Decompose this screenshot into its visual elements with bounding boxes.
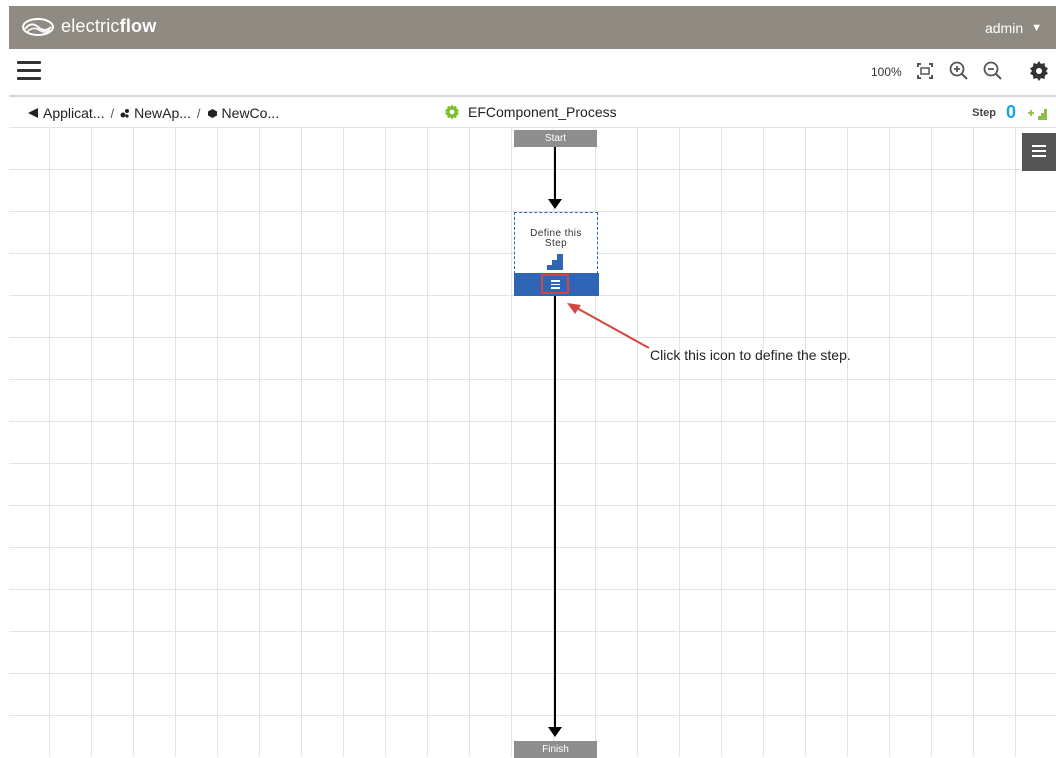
breadcrumb-applications[interactable]: Applicat... xyxy=(27,105,104,121)
component-icon xyxy=(207,108,217,118)
zoom-in-icon[interactable] xyxy=(947,59,971,83)
start-node: Start xyxy=(514,130,597,147)
main-menu-icon[interactable] xyxy=(17,61,41,81)
process-gear-icon xyxy=(445,104,459,120)
process-canvas[interactable]: Start Define this Step Finish xyxy=(9,127,1056,758)
settings-gear-icon[interactable] xyxy=(1027,59,1051,83)
breadcrumb-component[interactable]: NewCo... xyxy=(207,105,279,121)
process-title-text: EFComponent_Process xyxy=(468,104,617,120)
add-step-icon[interactable] xyxy=(1026,105,1048,121)
chevron-down-icon: ▼ xyxy=(1031,22,1042,34)
step-action-bar xyxy=(514,273,599,296)
application-icon xyxy=(120,109,130,118)
breadcrumb-bar: Applicat... / NewAp... / NewCo... EFComp… xyxy=(9,97,1056,127)
step-label: Step xyxy=(972,106,996,119)
fit-to-screen-icon[interactable] xyxy=(913,59,937,83)
zoom-level: 100% xyxy=(871,65,902,79)
back-triangle-icon xyxy=(28,108,38,118)
breadcrumb-separator: / xyxy=(110,105,115,121)
step-stairs-icon xyxy=(547,254,563,270)
breadcrumb-application[interactable]: NewAp... xyxy=(120,105,191,121)
breadcrumb-separator: / xyxy=(196,105,201,121)
step-controls: Step 0 xyxy=(972,102,1048,123)
zoom-out-icon[interactable] xyxy=(981,59,1005,83)
breadcrumb: Applicat... / NewAp... / NewCo... xyxy=(27,105,279,121)
step-placeholder-text: Define this Step xyxy=(530,228,582,249)
toolbar: 100% xyxy=(9,49,1056,97)
user-menu[interactable]: admin ▼ xyxy=(985,20,1042,36)
app-header: electricflow admin ▼ xyxy=(9,6,1056,49)
process-title: EFComponent_Process xyxy=(444,104,617,120)
cloud-logo-icon xyxy=(22,18,54,36)
step-menu-icon[interactable] xyxy=(541,274,569,294)
brand-name: electricflow xyxy=(61,15,157,36)
electricflow-logo[interactable]: electricflow xyxy=(21,15,156,37)
undefined-step-node[interactable]: Define this Step xyxy=(514,212,598,279)
callout-annotation: Click this icon to define the step. xyxy=(650,347,851,363)
finish-node: Finish xyxy=(514,741,597,758)
user-name: admin xyxy=(984,20,1024,36)
step-count: 0 xyxy=(1005,102,1016,122)
